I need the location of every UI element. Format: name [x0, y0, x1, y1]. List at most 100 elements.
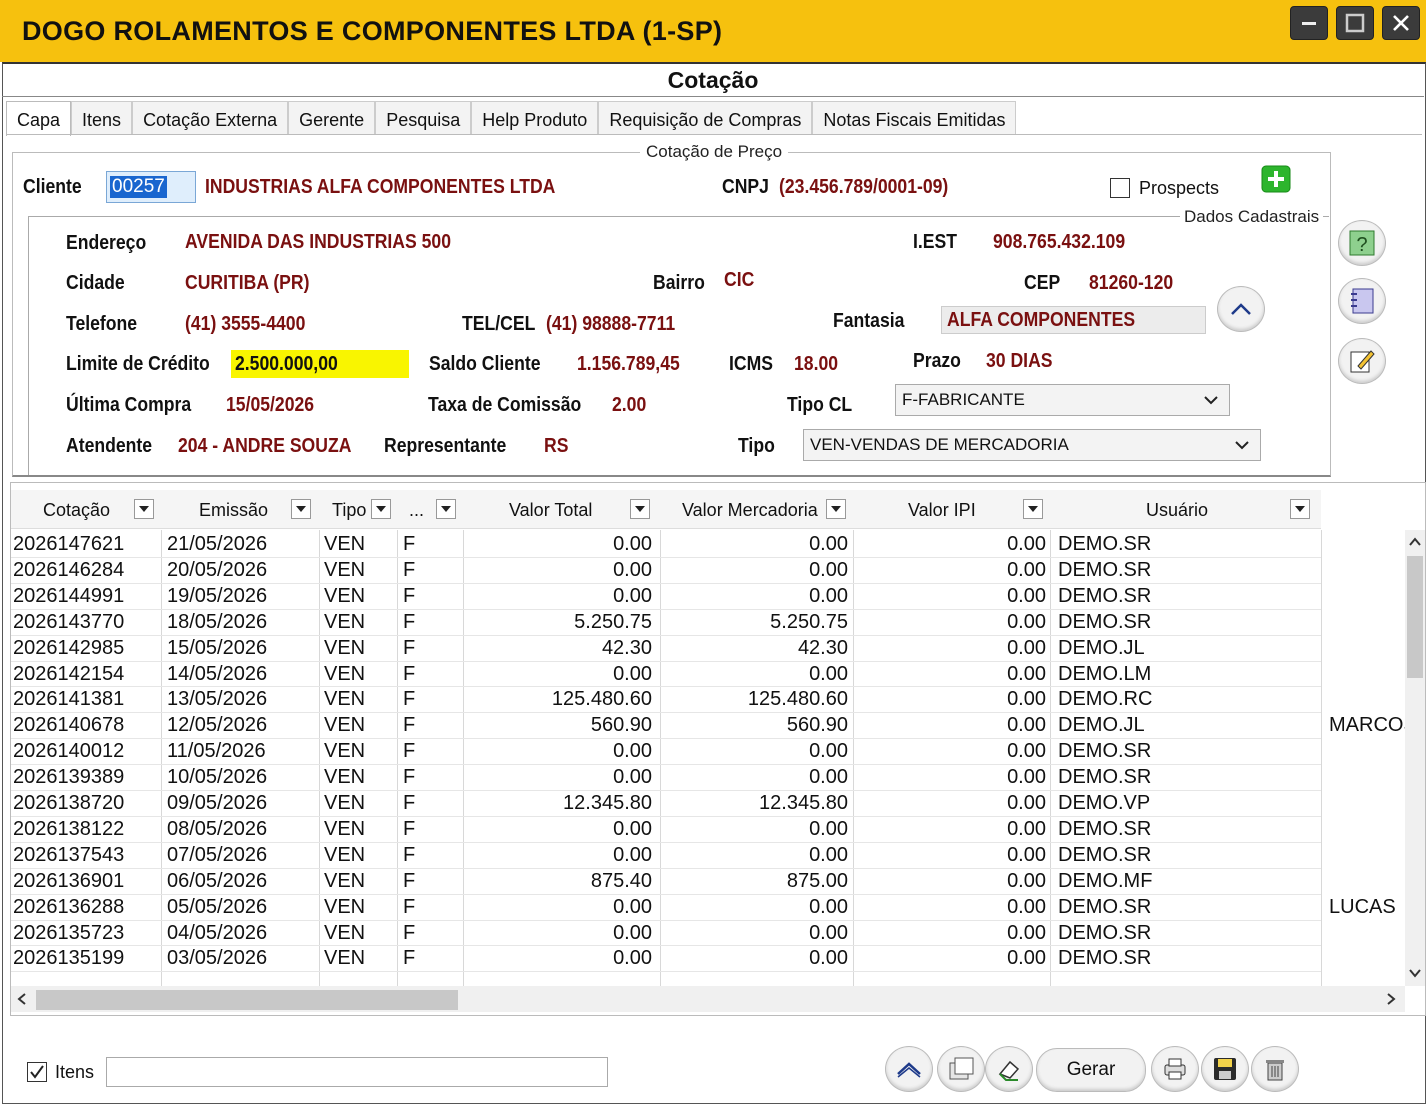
edit-button[interactable]: [1338, 338, 1386, 384]
table-row[interactable]: 2026144991 19/05/2026 VEN F 0.00 0.00 0.00 DEMO…: [11, 583, 1321, 609]
table-row[interactable]: 2026141381 13/05/2026 VEN F 125.480.60 125.48…: [11, 686, 1321, 712]
cell-cotacao: 2026143770: [13, 610, 125, 633]
table-row[interactable]: 2026136288 05/05/2026 VEN F 0.00 0.00 0.00 DEMO…: [11, 894, 1396, 920]
table-row[interactable]: 2026146284 20/05/2026 VEN F 0.00 0.00 0.00 DEMO…: [11, 557, 1321, 583]
minimize-button[interactable]: [1290, 6, 1328, 40]
save-button[interactable]: [1201, 1046, 1249, 1092]
table-row[interactable]: 2026135199 03/05/2026 VEN F 0.00 0.00 0.00 DEMO…: [11, 945, 1321, 971]
column-valor-total[interactable]: Valor Total: [463, 490, 660, 528]
cell-extra: F: [403, 610, 416, 633]
column-valor-mercadoria[interactable]: Valor Mercadoria: [660, 490, 853, 528]
cell-valor-total: 42.30: [601, 636, 652, 659]
tab-notas-fiscais[interactable]: Notas Fiscais Emitidas: [812, 101, 1017, 134]
add-prospect-button[interactable]: [1260, 164, 1294, 198]
prospects-checkbox[interactable]: [1110, 178, 1130, 198]
svg-text:?: ?: [1356, 234, 1367, 256]
copy-button[interactable]: [937, 1046, 985, 1092]
move-up-button[interactable]: [885, 1046, 933, 1092]
help-button[interactable]: ?: [1338, 220, 1386, 266]
cell-extra: F: [403, 766, 416, 789]
cell-valor-mercadoria: 0.00: [809, 740, 848, 763]
notebook-button[interactable]: [1338, 278, 1386, 324]
cell-valor-total: 125.480.60: [551, 688, 652, 711]
tipo-select[interactable]: VEN-VENDAS DE MERCADORIA: [803, 429, 1261, 461]
table-row[interactable]: 2026135723 04/05/2026 VEN F 0.00 0.00 0.00 DEMO…: [11, 920, 1321, 946]
scroll-up-icon[interactable]: [1408, 535, 1422, 553]
row-divider: [11, 971, 1321, 973]
column-emissao[interactable]: Emissão: [161, 490, 319, 528]
bairro-value: CIC: [724, 269, 755, 291]
column-filter-icon[interactable]: [826, 499, 846, 519]
table-row[interactable]: 2026140012 11/05/2026 VEN F 0.00 0.00 0.00 DEMO…: [11, 738, 1321, 764]
print-button[interactable]: [1151, 1046, 1199, 1092]
scroll-right-icon[interactable]: [1385, 992, 1397, 1011]
table-row[interactable]: 2026136901 06/05/2026 VEN F 875.40 875.00 0.00…: [11, 868, 1321, 894]
cell-emissao: 21/05/2026: [167, 533, 268, 555]
fantasia-value: ALFA COMPONENTES: [947, 309, 1136, 331]
cell-tipo: VEN: [324, 714, 366, 737]
tab-requisicao-compras[interactable]: Requisição de Compras: [598, 101, 813, 134]
tab-help-produto[interactable]: Help Produto: [471, 101, 599, 134]
cell-valor-ipi: 0.00: [1007, 792, 1046, 814]
column-filter-icon[interactable]: [1023, 499, 1043, 519]
cell-valor-total: 0.00: [613, 662, 652, 685]
tipocl-select[interactable]: F-FABRICANTE: [895, 384, 1230, 416]
cell-emissao: 05/05/2026: [167, 895, 268, 918]
tab-cotacao-externa[interactable]: Cotação Externa: [132, 101, 289, 134]
tab-bar: Capa Itens Cotação Externa Gerente Pesqu…: [6, 101, 1017, 136]
window-title: DOGO ROLAMENTOS E COMPONENTES LTDA (1-SP…: [22, 16, 723, 46]
itens-checkbox[interactable]: [27, 1062, 47, 1082]
scroll-left-icon[interactable]: [16, 992, 28, 1011]
tab-pesquisa[interactable]: Pesquisa: [375, 101, 472, 134]
table-row[interactable]: 2026140678 12/05/2026 VEN F 560.90 560.90 0.00…: [11, 712, 1417, 738]
itens-input[interactable]: [106, 1057, 608, 1087]
minimize-icon: [1302, 22, 1316, 25]
column-tipo[interactable]: Tipo: [319, 490, 397, 528]
table-row[interactable]: 2026138720 09/05/2026 VEN F 12.345.80 12.345.…: [11, 790, 1321, 816]
cell-cotacao: 2026141381: [13, 688, 125, 711]
cell-valor-total: 0.00: [613, 921, 652, 944]
tab-gerente[interactable]: Gerente: [288, 101, 376, 134]
cell-tipo: VEN: [324, 533, 366, 555]
telcel-value: (41) 98888-7711: [546, 313, 676, 335]
table-row[interactable]: 2026147621 21/05/2026 VEN F 0.00 0.00 0.00 DEMO…: [11, 531, 1321, 557]
table-row[interactable]: 2026137543 07/05/2026 VEN F 0.00 0.00 0.00 DEMO…: [11, 842, 1321, 868]
itens-label: Itens: [55, 1062, 95, 1082]
column-filter-icon[interactable]: [436, 499, 456, 519]
column-valor-ipi[interactable]: Valor IPI: [853, 490, 1050, 528]
close-button[interactable]: [1382, 6, 1420, 40]
horizontal-scroll-thumb[interactable]: [36, 990, 458, 1010]
cep-label: CEP: [1024, 272, 1061, 294]
cell-valor-mercadoria: 125.480.60: [747, 688, 848, 711]
table-row[interactable]: 2026142154 14/05/2026 VEN F 0.00 0.00 0.00 DEMO…: [11, 661, 1321, 687]
collapse-button[interactable]: [1217, 286, 1265, 332]
column-extra[interactable]: ...: [397, 490, 463, 528]
tab-capa[interactable]: Capa: [6, 101, 72, 136]
table-row[interactable]: 2026138122 08/05/2026 VEN F 0.00 0.00 0.00 DEMO…: [11, 816, 1321, 842]
delete-button[interactable]: [1251, 1046, 1299, 1092]
cell-valor-total: 560.90: [590, 714, 652, 737]
column-filter-icon[interactable]: [134, 499, 154, 519]
column-cotacao[interactable]: Cotação: [11, 490, 161, 528]
gerar-button[interactable]: Gerar: [1036, 1048, 1146, 1092]
column-filter-icon[interactable]: [371, 499, 391, 519]
column-filter-icon[interactable]: [291, 499, 311, 519]
column-filter-icon[interactable]: [1290, 499, 1310, 519]
telefone-value: (41) 3555-4400: [185, 313, 306, 335]
scroll-down-icon[interactable]: [1408, 966, 1422, 984]
table-row[interactable]: 2026143770 18/05/2026 VEN F 5.250.75 5.250.75…: [11, 609, 1321, 635]
tab-itens[interactable]: Itens: [71, 101, 133, 134]
cliente-code-input[interactable]: 00257: [106, 171, 196, 203]
table-row[interactable]: 2026139389 10/05/2026 VEN F 0.00 0.00 0.00 DEMO…: [11, 764, 1321, 790]
vertical-scroll-thumb[interactable]: [1407, 556, 1423, 678]
cell-emissao: 12/05/2026: [167, 714, 268, 737]
column-filter-icon[interactable]: [630, 499, 650, 519]
column-usuario[interactable]: Usuário: [1050, 490, 1321, 528]
table-row[interactable]: 2026142985 15/05/2026 VEN F 42.30 42.30 0.00 DE…: [11, 635, 1321, 661]
maximize-button[interactable]: [1336, 6, 1374, 40]
cell-valor-total: 0.00: [613, 817, 652, 840]
cell-usuario: DEMO.VP: [1058, 792, 1151, 814]
cell-valor-total: 0.00: [613, 895, 652, 918]
representante-label: Representante: [384, 435, 507, 457]
clear-button[interactable]: [985, 1046, 1033, 1092]
